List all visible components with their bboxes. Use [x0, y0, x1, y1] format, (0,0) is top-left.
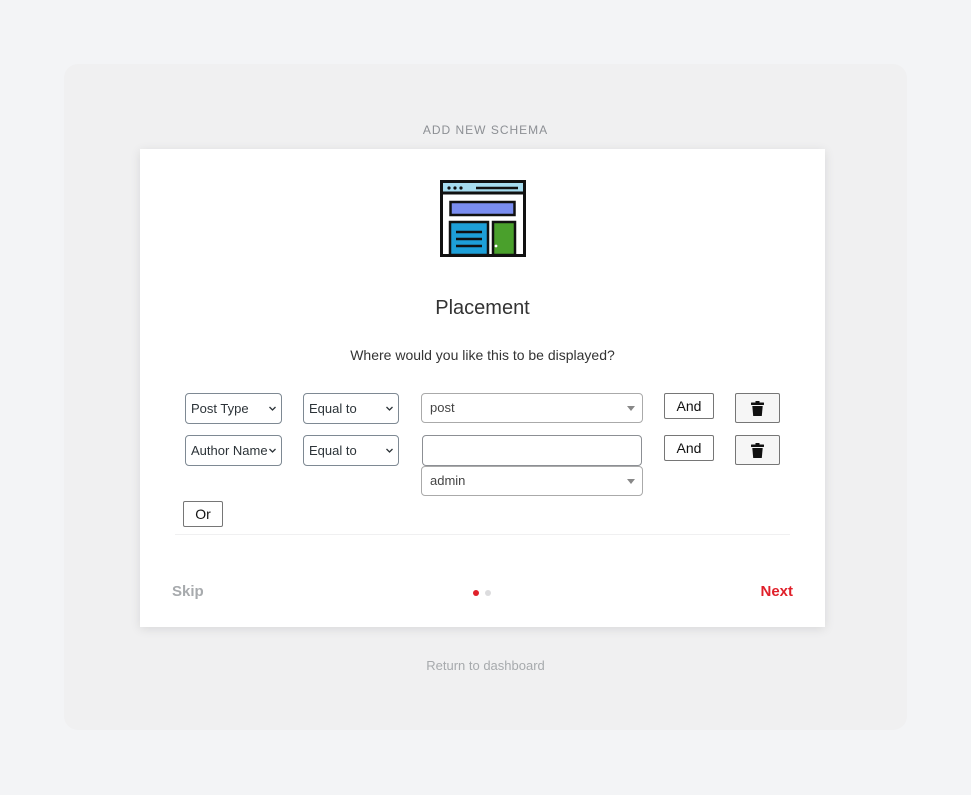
and-button[interactable]: And: [664, 393, 714, 419]
web-page-layout-icon: [440, 180, 526, 257]
wizard-card: Placement Where would you like this to b…: [140, 149, 825, 627]
rule-operator-select[interactable]: Equal to: [303, 393, 399, 424]
chevron-down-icon: [386, 406, 393, 411]
card-subtitle: Where would you like this to be displaye…: [350, 347, 615, 363]
dropdown-arrow-icon: [627, 406, 635, 411]
rule-field-value: Author Name: [191, 443, 268, 458]
step-dot: [485, 590, 491, 596]
trash-icon: [751, 443, 764, 458]
rule-operator-value: Equal to: [309, 401, 357, 416]
return-to-dashboard-link[interactable]: Return to dashboard: [64, 658, 907, 673]
skip-button[interactable]: Skip: [172, 583, 204, 600]
rule-field-value: Post Type: [191, 401, 249, 416]
next-button[interactable]: Next: [760, 583, 793, 600]
rule-value-search-input[interactable]: [422, 435, 642, 466]
rule-value-text: post: [430, 400, 455, 415]
chevron-down-icon: [269, 448, 276, 453]
delete-rule-button[interactable]: [735, 435, 780, 465]
dropdown-arrow-icon: [627, 479, 635, 484]
step-dot-active: [473, 590, 479, 596]
and-button[interactable]: And: [664, 435, 714, 461]
rule-value-select[interactable]: admin: [421, 466, 643, 496]
rule-operator-select[interactable]: Equal to: [303, 435, 399, 466]
wizard-container: ADD NEW SCHEMA Placement Where would you…: [64, 64, 907, 730]
delete-rule-button[interactable]: [735, 393, 780, 423]
rule-field-select[interactable]: Post Type: [185, 393, 282, 424]
divider: [175, 534, 790, 535]
or-button[interactable]: Or: [183, 501, 223, 527]
card-title: Placement: [435, 297, 530, 319]
page-heading: ADD NEW SCHEMA: [422, 123, 549, 137]
rule-field-select[interactable]: Author Name: [185, 435, 282, 466]
rule-value-text: admin: [430, 473, 466, 488]
rule-operator-value: Equal to: [309, 443, 357, 458]
rule-value-select[interactable]: post: [421, 393, 643, 423]
chevron-down-icon: [269, 406, 276, 411]
chevron-down-icon: [386, 448, 393, 453]
trash-icon: [751, 401, 764, 416]
